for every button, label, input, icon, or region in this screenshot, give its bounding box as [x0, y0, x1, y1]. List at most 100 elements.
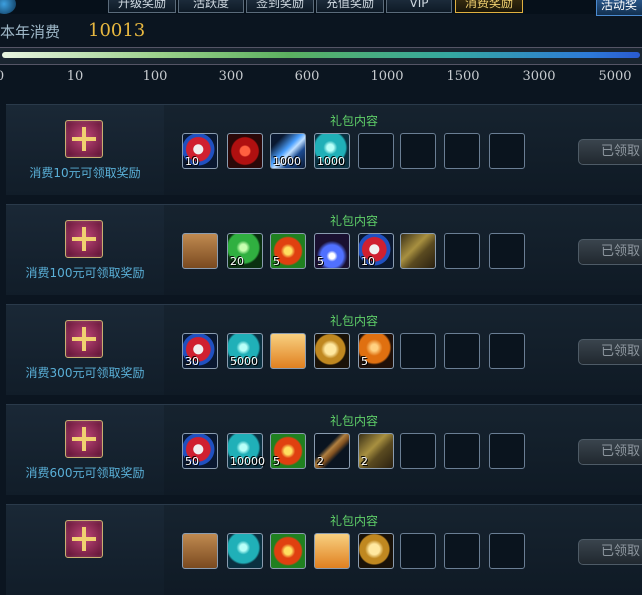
item-quantity: 5 — [317, 255, 324, 268]
empty-item-slot — [489, 433, 525, 469]
progress-tick-label: 100 — [142, 69, 168, 84]
tier-condition-label: 消费10元可领取奖励 — [29, 166, 141, 180]
claimed-button[interactable]: 已领取 — [578, 439, 642, 465]
empty-item-slot — [400, 433, 436, 469]
reward-tier-row: 消费600元可领取奖励 礼包内容 50 10000 5 2 2 已领取 — [6, 404, 642, 495]
item-quantity: 1000 — [273, 155, 301, 168]
empty-item-slot — [358, 133, 394, 169]
tab-spending-rewards[interactable]: 消费奖励 — [455, 0, 523, 13]
item-quantity: 10 — [361, 255, 375, 268]
tab-vip[interactable]: VIP — [386, 0, 452, 13]
teal-orb-icon[interactable] — [227, 533, 263, 569]
red-scroll-icon[interactable]: 10 — [358, 233, 394, 269]
gift-box-icon[interactable] — [65, 120, 103, 158]
reward-tier-row: 消费300元可领取奖励 礼包内容 30 5000 5 已领取 — [6, 304, 642, 395]
green-orb-icon[interactable]: 20 — [227, 233, 263, 269]
fire-orb-icon[interactable] — [270, 533, 306, 569]
item-quantity: 20 — [230, 255, 244, 268]
empty-item-slot — [444, 133, 480, 169]
gift-box-icon[interactable] — [270, 333, 306, 369]
wooden-box-icon[interactable] — [182, 233, 218, 269]
empty-item-slot — [489, 133, 525, 169]
golden-pouch-icon[interactable] — [314, 333, 350, 369]
fire-orb-icon[interactable]: 5 — [270, 433, 306, 469]
progress-tick-label: 600 — [294, 69, 320, 84]
tier-info: 消费100元可领取奖励 — [6, 205, 164, 295]
empty-item-slot — [400, 133, 436, 169]
item-quantity: 10 — [185, 155, 199, 168]
reward-tier-row: 礼包内容已领取 — [6, 504, 642, 595]
claimed-button[interactable]: 已领取 — [578, 539, 642, 565]
blue-crystal-icon[interactable]: 1000 — [270, 133, 306, 169]
item-quantity: 30 — [185, 355, 199, 368]
progress-tick-label: 1000 — [370, 69, 404, 84]
empty-item-slot — [489, 533, 525, 569]
item-quantity: 10000 — [230, 455, 265, 468]
reward-tier-row: 消费10元可领取奖励 礼包内容 10 1000 1000 已领取 — [6, 104, 642, 195]
empty-item-slot — [489, 333, 525, 369]
tier-condition-label: 消费300元可领取奖励 — [25, 366, 145, 380]
teal-orb-icon[interactable]: 5000 — [227, 333, 263, 369]
item-quantity: 2 — [361, 455, 368, 468]
reward-tier-row: 消费100元可领取奖励 礼包内容 20 5 5 10 已领取 — [6, 204, 642, 295]
book-icon[interactable]: 2 — [358, 433, 394, 469]
book-icon[interactable] — [400, 233, 436, 269]
annual-spend-label: 本年消费 — [0, 23, 61, 41]
tab-bar: 升级奖励 活跃度 签到奖励 充值奖励 VIP 消费奖励 活动奖 — [0, 0, 642, 16]
gift-box-icon[interactable] — [65, 320, 103, 358]
gift-box-icon[interactable] — [314, 533, 350, 569]
gift-content-title: 礼包内容 — [330, 314, 379, 328]
gift-box-icon[interactable] — [65, 520, 103, 558]
gift-box-icon[interactable] — [65, 220, 103, 258]
progress-tick-label: 0 — [0, 69, 4, 84]
item-quantity: 5000 — [230, 355, 258, 368]
tier-info: 消费600元可领取奖励 — [6, 405, 164, 495]
progress-tick-label: 300 — [218, 69, 244, 84]
item-quantity: 5 — [273, 455, 280, 468]
tier-info — [6, 505, 164, 595]
tier-info: 消费10元可领取奖励 — [6, 105, 164, 195]
teal-orb-icon[interactable]: 10000 — [227, 433, 265, 469]
tier-condition-label: 消费600元可领取奖励 — [25, 466, 145, 480]
tab-activity[interactable]: 活跃度 — [178, 0, 244, 13]
empty-item-slot — [444, 233, 480, 269]
progress-fill — [2, 52, 640, 58]
empty-item-slot — [444, 533, 480, 569]
empty-item-slot — [444, 333, 480, 369]
wooden-box-icon[interactable] — [182, 533, 218, 569]
blue-potion-icon[interactable]: 5 — [314, 233, 350, 269]
amber-orb-icon[interactable]: 5 — [358, 333, 394, 369]
annual-spend-value: 10013 — [88, 20, 146, 41]
empty-item-slot — [489, 233, 525, 269]
tab-level-rewards[interactable]: 升级奖励 — [108, 0, 176, 13]
progress-tick-label: 5000 — [598, 69, 632, 84]
red-gem-icon[interactable] — [227, 133, 263, 169]
red-scroll-icon[interactable]: 30 — [182, 333, 218, 369]
gift-content-title: 礼包内容 — [330, 214, 379, 228]
red-scroll-icon[interactable]: 10 — [182, 133, 218, 169]
claimed-button[interactable]: 已领取 — [578, 139, 642, 165]
empty-item-slot — [444, 433, 480, 469]
empty-item-slot — [400, 533, 436, 569]
claimed-button[interactable]: 已领取 — [578, 239, 642, 265]
item-quantity: 1000 — [317, 155, 345, 168]
progress-tick-label: 10 — [66, 69, 84, 84]
tab-signin-rewards[interactable]: 签到奖励 — [246, 0, 314, 13]
tab-recharge-rewards[interactable]: 充值奖励 — [316, 0, 384, 13]
tier-condition-label: 消费100元可领取奖励 — [25, 266, 145, 280]
event-rewards-button[interactable]: 活动奖 — [596, 0, 642, 16]
claimed-button[interactable]: 已领取 — [578, 339, 642, 365]
empty-item-slot — [400, 333, 436, 369]
teal-orb-icon[interactable]: 1000 — [314, 133, 350, 169]
item-quantity: 2 — [317, 455, 324, 468]
gift-content-title: 礼包内容 — [330, 514, 379, 528]
red-scroll-icon[interactable]: 50 — [182, 433, 218, 469]
item-quantity: 5 — [273, 255, 280, 268]
golden-pouch-icon[interactable] — [358, 533, 394, 569]
gift-content-title: 礼包内容 — [330, 414, 379, 428]
item-quantity: 5 — [361, 355, 368, 368]
fire-orb-icon[interactable]: 5 — [270, 233, 306, 269]
gift-box-icon[interactable] — [65, 420, 103, 458]
progress-tick-label: 1500 — [446, 69, 480, 84]
staff-icon[interactable]: 2 — [314, 433, 350, 469]
